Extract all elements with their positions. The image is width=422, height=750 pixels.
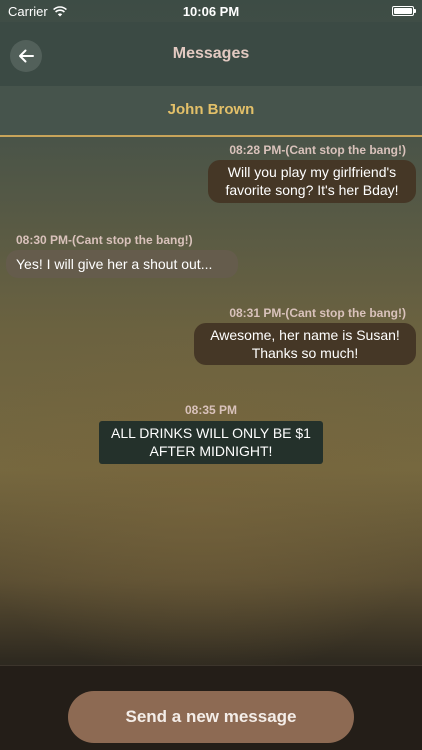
- bottom-bar: Send a new message: [0, 665, 422, 750]
- messages-screen: Carrier 10:06 PM Messages John Brown 08:…: [0, 0, 422, 750]
- contact-name: John Brown: [167, 101, 255, 118]
- message-line: Yes! I will give her a shout out...: [16, 256, 213, 272]
- message-line: Awesome, her name is Susan!: [210, 327, 400, 343]
- message-bubble-outgoing: Will you play my girlfriend's favorite s…: [208, 160, 416, 203]
- status-bar: Carrier 10:06 PM: [0, 0, 422, 22]
- message-line: ALL DRINKS WILL ONLY BE $1: [111, 425, 311, 441]
- contact-header: John Brown: [0, 86, 422, 137]
- nav-bar: Messages: [0, 22, 422, 86]
- message-line: AFTER MIDNIGHT!: [149, 443, 273, 459]
- message-timestamp: 08:35 PM: [184, 403, 238, 417]
- broadcast-message: ALL DRINKS WILL ONLY BE $1 AFTER MIDNIGH…: [99, 421, 323, 464]
- page-title: Messages: [172, 45, 250, 62]
- status-time: 10:06 PM: [182, 4, 240, 19]
- message-timestamp: 08:30 PM-(Cant stop the bang!): [16, 233, 193, 247]
- battery-level: [394, 8, 412, 14]
- message-timestamp: 08:31 PM-(Cant stop the bang!): [229, 306, 406, 320]
- message-bubble-outgoing: Awesome, her name is Susan! Thanks so mu…: [194, 323, 416, 365]
- send-new-message-button[interactable]: Send a new message: [68, 691, 354, 743]
- message-bubble-incoming: Yes! I will give her a shout out...: [6, 250, 238, 278]
- battery-icon: [392, 6, 416, 16]
- message-line: Thanks so much!: [251, 345, 359, 361]
- message-line: Will you play my girlfriend's: [227, 164, 397, 180]
- message-timestamp: 08:28 PM-(Cant stop the bang!): [229, 143, 406, 157]
- message-line: favorite song? It's her Bday!: [225, 182, 399, 198]
